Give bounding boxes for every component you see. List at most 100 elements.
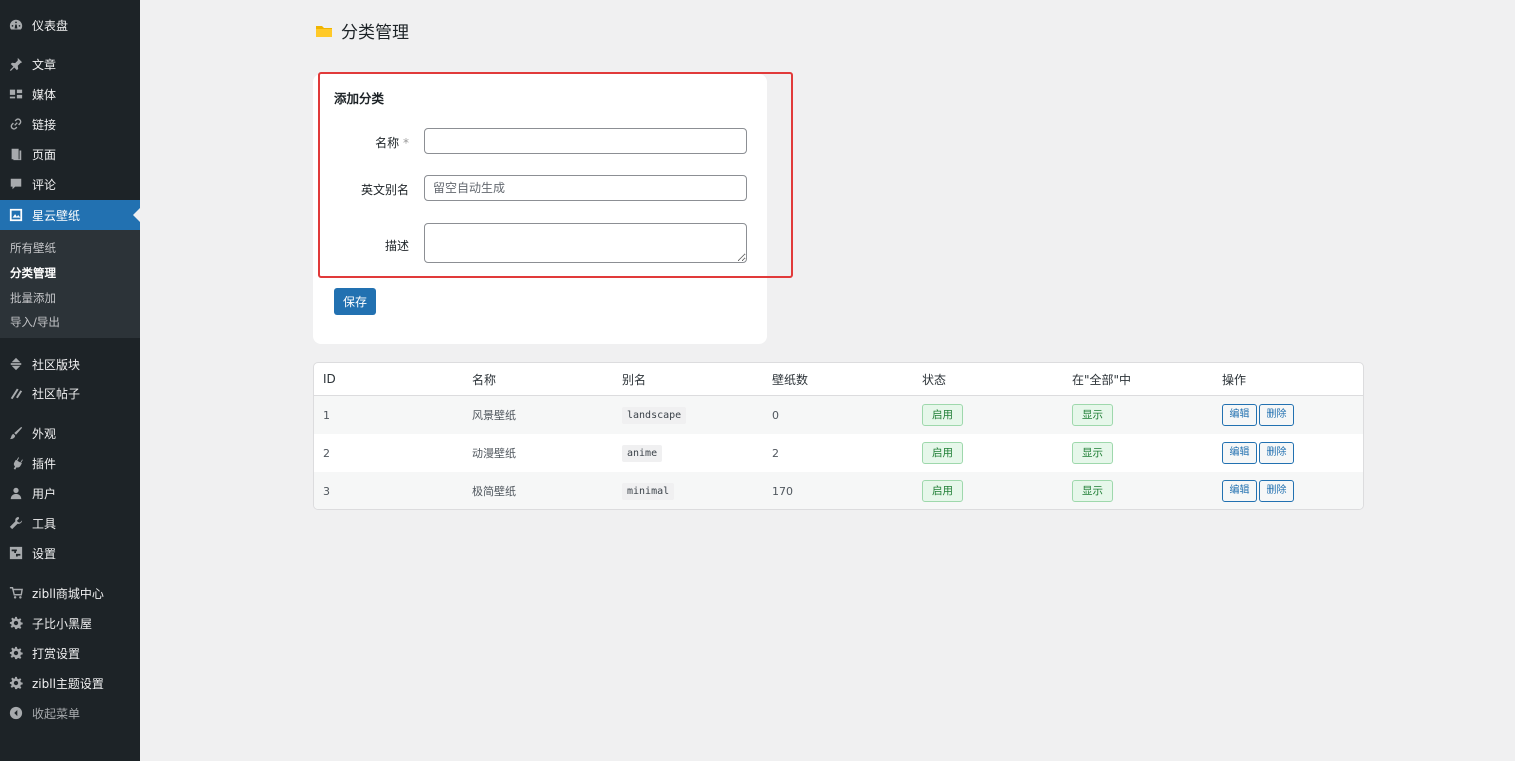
menu-reward-settings[interactable]: 打赏设置 [0, 638, 140, 668]
cell-id: 1 [323, 408, 330, 422]
delete-button[interactable]: 删除 [1259, 480, 1294, 502]
status-badge[interactable]: 启用 [922, 404, 963, 426]
menu-label: 文章 [32, 57, 57, 72]
brush-icon [8, 425, 24, 441]
cell-status: 启用 [922, 396, 963, 434]
menu-community-forums[interactable]: 社区版块 [0, 349, 140, 379]
submenu-all-wallpapers[interactable]: 所有壁纸 [10, 240, 56, 256]
cell-slug: anime [622, 434, 663, 472]
table-header-row: ID 名称 别名 壁纸数 状态 在"全部"中 操作 [314, 363, 1363, 396]
name-label: 名称 * [313, 134, 409, 151]
gear-icon [8, 645, 24, 661]
cell-actions: 编辑 删除 [1222, 472, 1296, 509]
description-label: 描述 [384, 239, 409, 253]
column-header: 在"全部"中 [1072, 372, 1132, 387]
menu-tools[interactable]: 工具 [0, 508, 140, 538]
add-category-heading: 添加分类 [334, 91, 385, 106]
add-category-card: 添加分类 名称 * 英文别名 描述 保存 [313, 74, 767, 344]
cell-name: 风景壁纸 [472, 409, 516, 422]
name-input[interactable] [424, 128, 747, 154]
cell-actions: 编辑 删除 [1222, 434, 1296, 472]
menu-label: 媒体 [32, 87, 57, 102]
cell-status: 启用 [922, 434, 963, 472]
visibility-badge[interactable]: 显示 [1072, 442, 1113, 464]
categories-table: ID 名称 别名 壁纸数 状态 在"全部"中 操作 1 风景壁纸 landsca… [313, 362, 1364, 510]
column-header: ID [323, 372, 336, 386]
menu-label: 用户 [32, 486, 57, 501]
menu-comments[interactable]: 评论 [0, 169, 140, 199]
user-icon [8, 485, 24, 501]
menu-settings[interactable]: 设置 [0, 538, 140, 568]
column-header: 别名 [622, 372, 647, 387]
menu-wallpaper[interactable]: 星云壁纸 [0, 200, 140, 230]
menu-zibll-theme-settings[interactable]: zibll主题设置 [0, 668, 140, 698]
wallpaper-submenu: 所有壁纸 分类管理 批量添加 导入/导出 [0, 230, 140, 338]
description-textarea[interactable] [424, 223, 747, 263]
menu-label: zibll商城中心 [32, 586, 104, 601]
table-row: 3 极简壁纸 minimal 170 启用 显示 编辑 删除 [314, 472, 1363, 509]
menu-appearance[interactable]: 外观 [0, 418, 140, 448]
submenu-categories[interactable]: 分类管理 [10, 265, 56, 281]
gallery-icon [8, 207, 24, 223]
menu-posts[interactable]: 文章 [0, 49, 140, 79]
menu-blackroom[interactable]: 子比小黑屋 [0, 608, 140, 638]
column-header: 状态 [922, 372, 947, 387]
menu-pages[interactable]: 页面 [0, 139, 140, 169]
cell-name: 动漫壁纸 [472, 447, 516, 460]
menu-label: 链接 [32, 117, 57, 132]
menu-label: zibll主题设置 [32, 676, 104, 691]
submenu-batch-add[interactable]: 批量添加 [10, 290, 56, 306]
edit-button[interactable]: 编辑 [1222, 480, 1257, 502]
cell-slug: minimal [622, 472, 675, 509]
cell-count: 2 [772, 446, 779, 460]
table-row: 1 风景壁纸 landscape 0 启用 显示 编辑 删除 [314, 396, 1363, 434]
posts-icon [8, 385, 24, 401]
name-label-text: 名称 [375, 136, 400, 150]
required-mark: * [403, 136, 409, 150]
menu-label: 星云壁纸 [32, 208, 81, 223]
submenu-import-export[interactable]: 导入/导出 [10, 314, 60, 330]
link-icon [8, 116, 24, 132]
cell-status: 启用 [922, 472, 963, 509]
cell-id: 3 [323, 484, 330, 498]
slug-code: landscape [622, 406, 687, 424]
column-header: 名称 [472, 372, 497, 387]
cell-actions: 编辑 删除 [1222, 396, 1296, 434]
page-icon [8, 146, 24, 162]
comment-icon [8, 176, 24, 192]
table-row: 2 动漫壁纸 anime 2 启用 显示 编辑 删除 [314, 434, 1363, 472]
delete-button[interactable]: 删除 [1259, 404, 1294, 426]
menu-label: 工具 [32, 516, 57, 531]
menu-community-posts[interactable]: 社区帖子 [0, 378, 140, 408]
menu-label: 收起菜单 [32, 706, 81, 721]
slug-code: anime [622, 444, 663, 462]
visibility-badge[interactable]: 显示 [1072, 404, 1113, 426]
menu-label: 仪表盘 [32, 18, 69, 33]
cell-slug: landscape [622, 396, 687, 434]
gear-icon [8, 615, 24, 631]
menu-zibll-shop[interactable]: zibll商城中心 [0, 578, 140, 608]
visibility-badge[interactable]: 显示 [1072, 480, 1113, 502]
menu-media[interactable]: 媒体 [0, 79, 140, 109]
page-title-text: 分类管理 [341, 23, 409, 43]
menu-users[interactable]: 用户 [0, 478, 140, 508]
status-badge[interactable]: 启用 [922, 442, 963, 464]
menu-label: 评论 [32, 177, 57, 192]
forum-icon [8, 356, 24, 372]
wrench-icon [8, 515, 24, 531]
dashboard-icon [8, 17, 24, 33]
menu-links[interactable]: 链接 [0, 109, 140, 139]
menu-label: 社区帖子 [32, 386, 81, 401]
edit-button[interactable]: 编辑 [1222, 442, 1257, 464]
save-button[interactable]: 保存 [334, 288, 376, 315]
slug-input[interactable] [424, 175, 747, 201]
menu-plugins[interactable]: 插件 [0, 448, 140, 478]
menu-collapse[interactable]: 收起菜单 [0, 698, 140, 728]
delete-button[interactable]: 删除 [1259, 442, 1294, 464]
menu-dashboard[interactable]: 仪表盘 [0, 10, 140, 40]
page-title: 分类管理 [315, 18, 409, 43]
menu-label: 插件 [32, 456, 57, 471]
edit-button[interactable]: 编辑 [1222, 404, 1257, 426]
gear-icon [8, 675, 24, 691]
status-badge[interactable]: 启用 [922, 480, 963, 502]
